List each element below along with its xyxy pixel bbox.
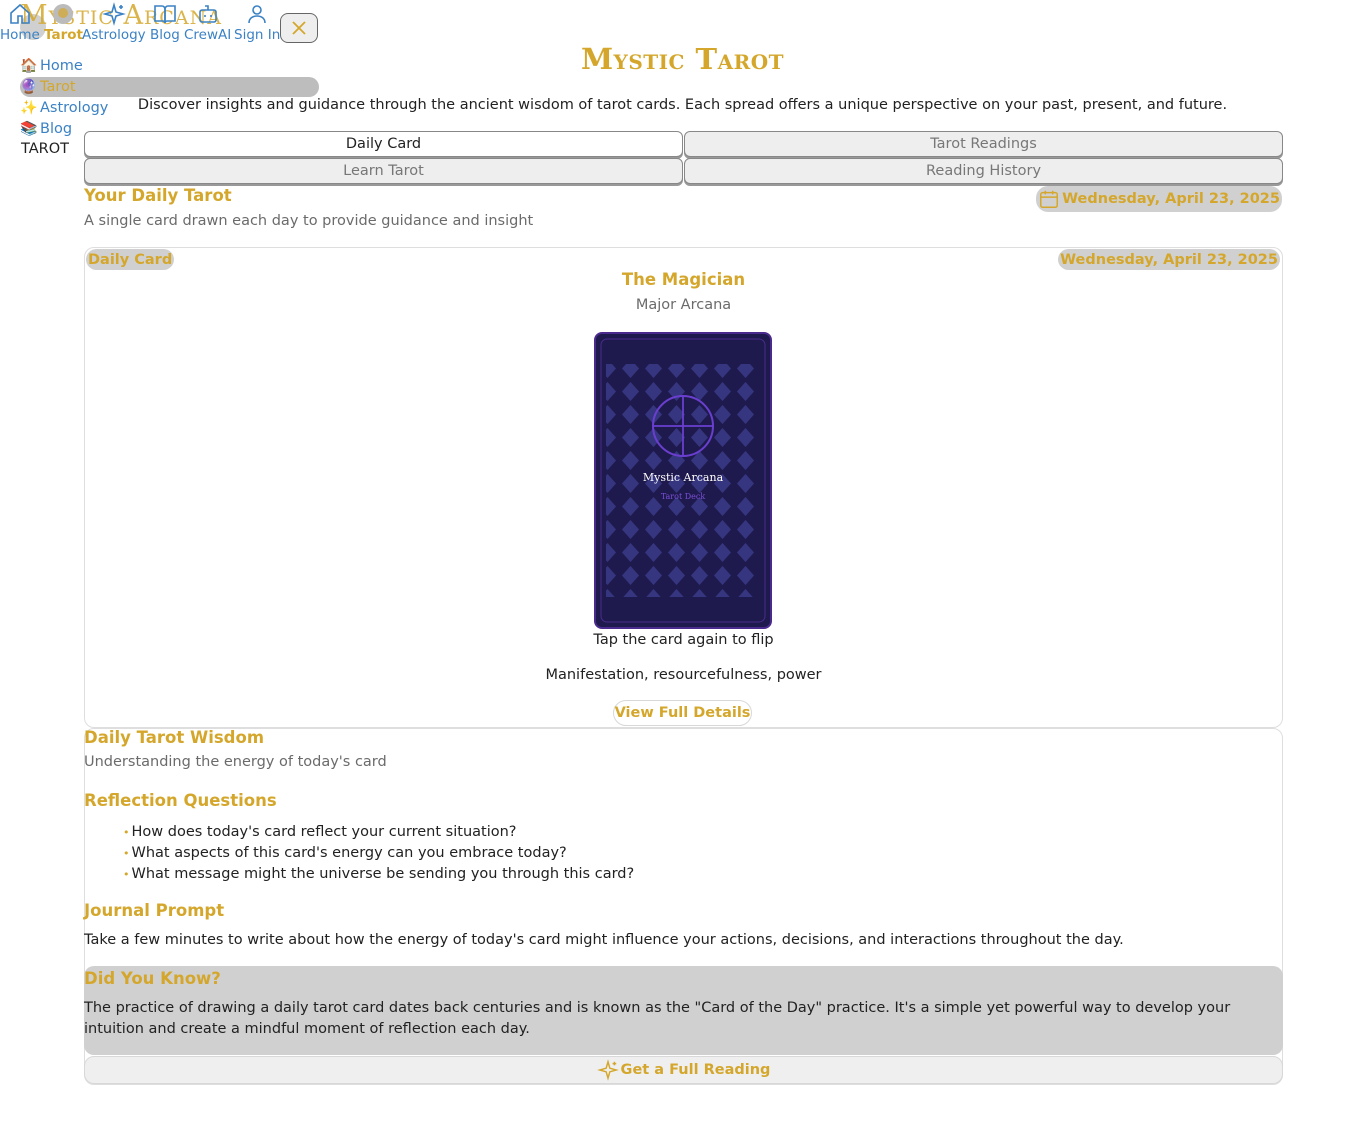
tab-learn-tarot[interactable]: Learn Tarot — [84, 158, 683, 184]
nav-label-home: Home — [0, 27, 40, 43]
close-icon — [292, 21, 306, 35]
journal-text: Take a few minutes to write about how th… — [84, 932, 1124, 948]
tab-tarot-readings[interactable]: Tarot Readings — [684, 131, 1283, 157]
book-icon — [154, 5, 176, 24]
tarot-icon — [53, 4, 74, 24]
sparkles-icon — [101, 2, 126, 26]
books-icon: 📚 — [20, 121, 38, 137]
reflection-title: Reflection Questions — [84, 791, 277, 810]
daily-section-description: A single card drawn each day to provide … — [84, 213, 534, 229]
tab-reading-history[interactable]: Reading History — [684, 158, 1283, 184]
get-full-reading-button[interactable]: Get a Full Reading — [84, 1056, 1283, 1084]
sparkles-icon — [596, 1059, 619, 1081]
view-full-details-button[interactable]: View Full Details — [613, 700, 752, 726]
home-icon — [10, 3, 30, 24]
date-badge: Wednesday, April 23, 2025 — [1036, 186, 1282, 212]
list-item: What message might the universe be sendi… — [123, 864, 635, 885]
page-title: Mystic Tarot — [580, 42, 785, 76]
calendar-icon — [1040, 190, 1059, 208]
tab-daily-card[interactable]: Daily Card — [84, 131, 683, 157]
card-arcana: Major Arcana — [635, 297, 732, 313]
nav-item-blog[interactable]: Blog — [150, 2, 180, 43]
sidebar-item-blog[interactable]: 📚 Blog — [20, 119, 72, 139]
get-full-reading-label: Get a Full Reading — [620, 1062, 771, 1078]
nav-item-astrology[interactable]: Astrology — [82, 2, 146, 43]
card-back-title: Mystic Arcana — [642, 471, 724, 484]
sidebar-section-label: TAROT — [21, 141, 69, 157]
wisdom-description: Understanding the energy of today's card — [84, 754, 387, 770]
tap-hint: Tap the card again to flip — [593, 632, 774, 648]
sidebar-item-label: Tarot — [40, 79, 76, 95]
daily-card-pill: Daily Card — [86, 249, 175, 270]
nav-label-astrology: Astrology — [82, 27, 146, 43]
nav-item-sign-in[interactable]: Sign In — [234, 2, 280, 43]
wisdom-title: Daily Tarot Wisdom — [84, 728, 265, 747]
sidebar-item-tarot[interactable]: 🔮 Tarot — [20, 77, 319, 97]
crystal-ball-icon: 🔮 — [20, 79, 38, 95]
card-back-subtitle: Tarot Deck — [660, 492, 706, 501]
card-date-pill: Wednesday, April 23, 2025 — [1058, 249, 1280, 270]
did-you-know-text: The practice of drawing a daily tarot ca… — [84, 1000, 1231, 1037]
close-menu-button[interactable] — [280, 13, 318, 43]
top-navigation: Mystic Arcana Home Tarot Astrology Blog — [0, 0, 320, 46]
nav-item-tarot[interactable]: Tarot — [44, 2, 83, 43]
list-item: What aspects of this card's energy can y… — [123, 843, 634, 864]
reflection-questions: How does today's card reflect your curre… — [123, 822, 635, 885]
nav-item-home[interactable]: Home — [0, 2, 40, 43]
nav-label-blog: Blog — [150, 27, 180, 43]
card-keywords: Manifestation, resourcefulness, power — [545, 667, 822, 683]
nav-label-tarot: Tarot — [44, 27, 83, 43]
sidebar-item-label: Blog — [40, 121, 73, 137]
date-badge-text: Wednesday, April 23, 2025 — [1062, 191, 1280, 207]
nav-item-crewai[interactable]: CrewAI — [184, 2, 231, 43]
bot-icon — [198, 5, 217, 23]
list-item: How does today's card reflect your curre… — [123, 822, 634, 843]
page-subtitle: Discover insights and guidance through t… — [137, 97, 1228, 113]
user-icon — [248, 5, 266, 24]
did-you-know-title: Did You Know? — [84, 969, 221, 988]
tarot-card[interactable]: Mystic Arcana Tarot Deck — [594, 332, 772, 629]
nav-label-sign-in: Sign In — [234, 27, 281, 43]
nav-label-crewai: CrewAI — [184, 27, 232, 43]
journal-title: Journal Prompt — [84, 901, 225, 920]
daily-section-title: Your Daily Tarot — [84, 186, 232, 205]
card-name: The Magician — [621, 270, 746, 289]
